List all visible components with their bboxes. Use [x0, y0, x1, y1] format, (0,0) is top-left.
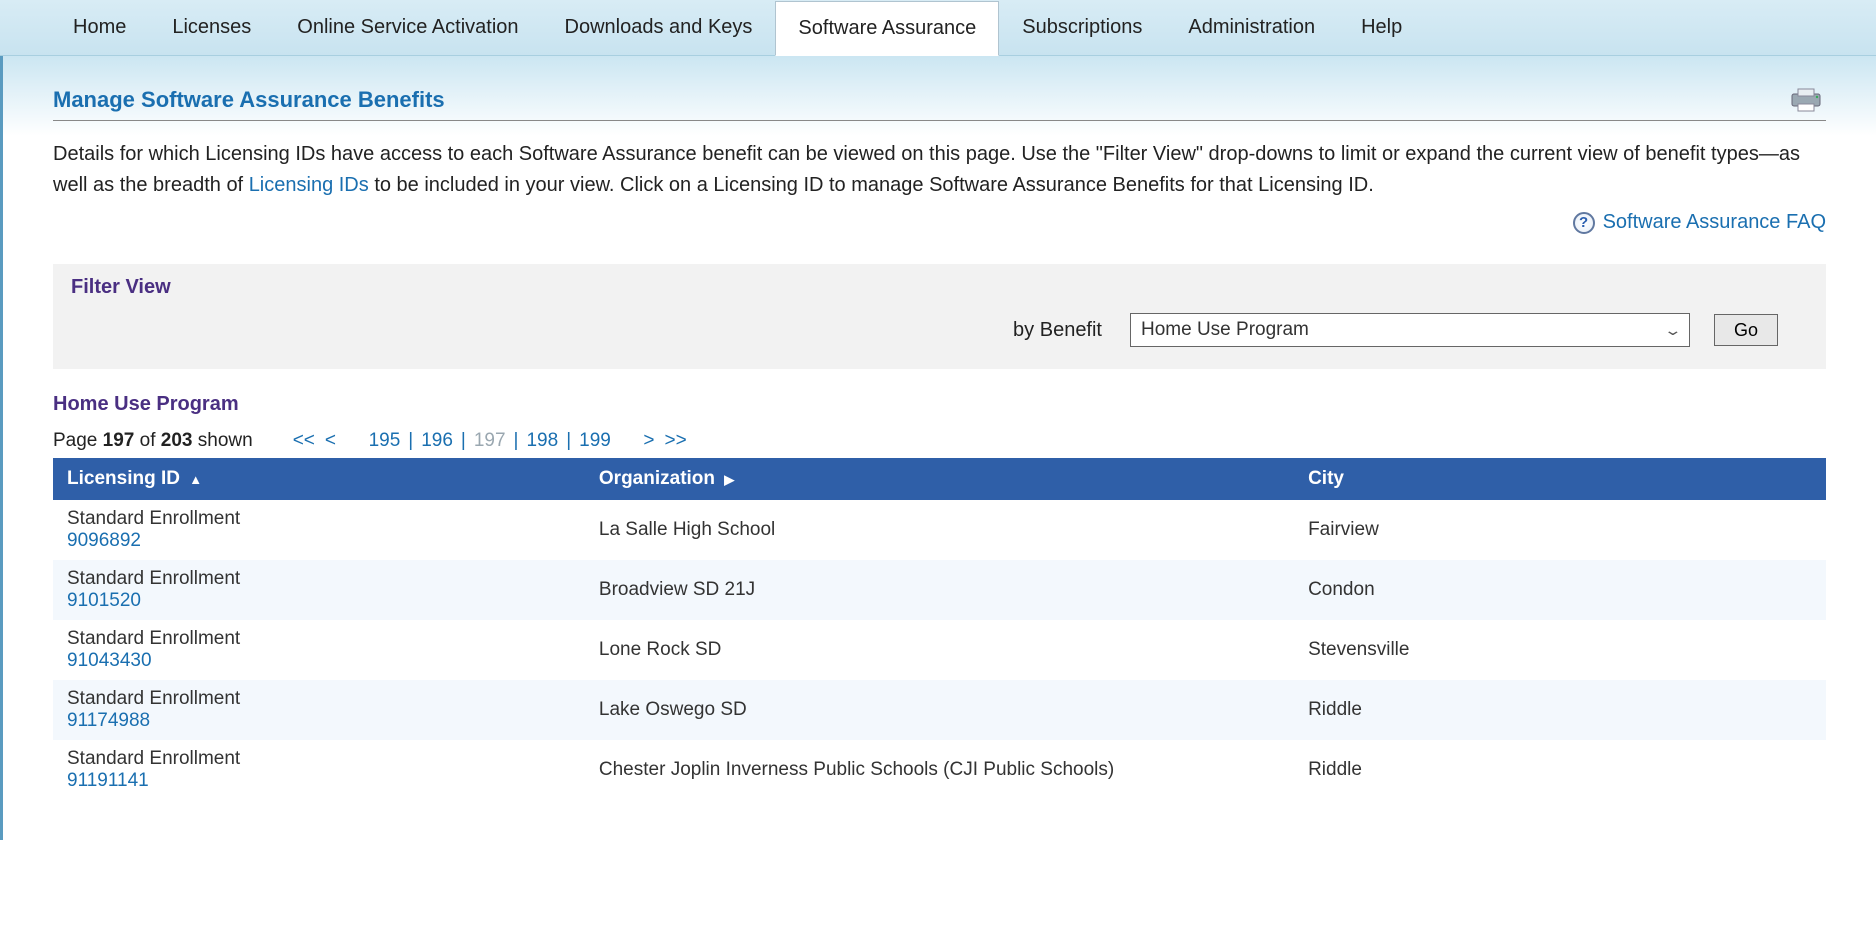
licensing-type: Standard Enrollment: [67, 688, 571, 710]
pager-first[interactable]: <<: [293, 430, 315, 452]
pager-page-196[interactable]: 196: [419, 430, 455, 452]
filter-by-label: by Benefit: [1013, 319, 1102, 342]
cell-licensing-id: Standard Enrollment91043430: [53, 620, 585, 680]
pager-next[interactable]: >: [643, 430, 654, 452]
cell-city: Riddle: [1294, 740, 1826, 800]
nav-tab-administration[interactable]: Administration: [1165, 0, 1338, 55]
cell-city: Condon: [1294, 560, 1826, 620]
table-row: Standard Enrollment9096892La Salle High …: [53, 500, 1826, 560]
table-body: Standard Enrollment9096892La Salle High …: [53, 500, 1826, 800]
licensing-type: Standard Enrollment: [67, 508, 571, 530]
page-total: 203: [161, 430, 193, 451]
cell-city: Riddle: [1294, 680, 1826, 740]
go-button[interactable]: Go: [1714, 314, 1778, 346]
page-current: 197: [103, 430, 135, 451]
pager-sep: |: [560, 430, 577, 452]
faq-link[interactable]: Software Assurance FAQ: [1603, 211, 1826, 234]
col-city[interactable]: City: [1294, 458, 1826, 500]
nav-tab-subscriptions[interactable]: Subscriptions: [999, 0, 1165, 55]
table-header-row: Licensing ID ▲ Organization ▶ City: [53, 458, 1826, 500]
nav-tab-downloads-and-keys[interactable]: Downloads and Keys: [542, 0, 776, 55]
cell-licensing-id: Standard Enrollment9096892: [53, 500, 585, 560]
col-organization-label: Organization: [599, 468, 715, 489]
top-nav: HomeLicensesOnline Service ActivationDow…: [0, 0, 1876, 56]
col-organization[interactable]: Organization ▶: [585, 458, 1294, 500]
cell-city: Stevensville: [1294, 620, 1826, 680]
filter-panel-title: Filter View: [71, 276, 1808, 299]
cell-organization: La Salle High School: [585, 500, 1294, 560]
intro-text: Details for which Licensing IDs have acc…: [53, 139, 1826, 201]
pager-row: Page 197 of 203 shown << < 195|196|197|1…: [53, 430, 1826, 452]
nav-tab-home[interactable]: Home: [50, 0, 149, 55]
col-licensing-id-label: Licensing ID: [67, 468, 180, 489]
table-row: Standard Enrollment91191141Chester Jopli…: [53, 740, 1826, 800]
nav-tab-help[interactable]: Help: [1338, 0, 1425, 55]
table-row: Standard Enrollment91174988Lake Oswego S…: [53, 680, 1826, 740]
section-title: Home Use Program: [53, 393, 1826, 416]
pager-page-197: 197: [472, 430, 508, 452]
page-info: Page 197 of 203 shown: [53, 430, 253, 452]
col-licensing-id[interactable]: Licensing ID ▲: [53, 458, 585, 500]
cell-organization: Lone Rock SD: [585, 620, 1294, 680]
pager-pages: 195|196|197|198|199: [367, 430, 613, 452]
col-city-label: City: [1308, 468, 1344, 489]
benefit-select-value: Home Use Program: [1141, 319, 1309, 341]
page-word: Page: [53, 430, 97, 451]
content: Manage Software Assurance Benefits Detai…: [0, 56, 1876, 840]
sort-arrow-icon: ▶: [724, 472, 734, 487]
licensing-type: Standard Enrollment: [67, 568, 571, 590]
licensing-id-link[interactable]: 9101520: [67, 590, 571, 612]
cell-organization: Broadview SD 21J: [585, 560, 1294, 620]
pager-sep: |: [508, 430, 525, 452]
pager-last[interactable]: >>: [665, 430, 687, 452]
cell-city: Fairview: [1294, 500, 1826, 560]
page-title: Manage Software Assurance Benefits: [53, 87, 445, 113]
pager-prev[interactable]: <: [325, 430, 336, 452]
cell-organization: Chester Joplin Inverness Public Schools …: [585, 740, 1294, 800]
help-icon[interactable]: ?: [1573, 212, 1595, 234]
sort-asc-icon: ▲: [189, 472, 202, 487]
table-row: Standard Enrollment9101520Broadview SD 2…: [53, 560, 1826, 620]
cell-licensing-id: Standard Enrollment91191141: [53, 740, 585, 800]
pager-sep: |: [402, 430, 419, 452]
filter-panel: Filter View by Benefit Home Use Program …: [53, 264, 1826, 369]
nav-tab-online-service-activation[interactable]: Online Service Activation: [274, 0, 541, 55]
cell-organization: Lake Oswego SD: [585, 680, 1294, 740]
table-row: Standard Enrollment91043430Lone Rock SDS…: [53, 620, 1826, 680]
filter-row: by Benefit Home Use Program ⌄ Go: [71, 313, 1808, 347]
pager-nav: << < 195|196|197|198|199 > >>: [293, 430, 687, 452]
licensing-id-link[interactable]: 91174988: [67, 710, 571, 732]
title-row: Manage Software Assurance Benefits: [53, 86, 1826, 121]
licensing-type: Standard Enrollment: [67, 748, 571, 770]
intro-part2: to be included in your view. Click on a …: [374, 174, 1373, 196]
cell-licensing-id: Standard Enrollment9101520: [53, 560, 585, 620]
page-shown: shown: [198, 430, 253, 451]
page-of: of: [140, 430, 156, 451]
licensing-ids-link[interactable]: Licensing IDs: [249, 174, 369, 196]
print-icon[interactable]: [1786, 86, 1826, 114]
cell-licensing-id: Standard Enrollment91174988: [53, 680, 585, 740]
pager-page-199[interactable]: 199: [577, 430, 613, 452]
pager-page-198[interactable]: 198: [524, 430, 560, 452]
nav-tab-licenses[interactable]: Licenses: [149, 0, 274, 55]
benefits-table: Licensing ID ▲ Organization ▶ City Stand…: [53, 458, 1826, 800]
pager-page-195[interactable]: 195: [367, 430, 403, 452]
benefit-select[interactable]: Home Use Program ⌄: [1130, 313, 1690, 347]
pager-sep: |: [455, 430, 472, 452]
licensing-type: Standard Enrollment: [67, 628, 571, 650]
nav-tab-software-assurance[interactable]: Software Assurance: [775, 1, 999, 56]
faq-row: ? Software Assurance FAQ: [53, 211, 1826, 234]
licensing-id-link[interactable]: 91043430: [67, 650, 571, 672]
licensing-id-link[interactable]: 91191141: [67, 770, 571, 792]
licensing-id-link[interactable]: 9096892: [67, 530, 571, 552]
chevron-down-icon: ⌄: [1664, 322, 1683, 339]
